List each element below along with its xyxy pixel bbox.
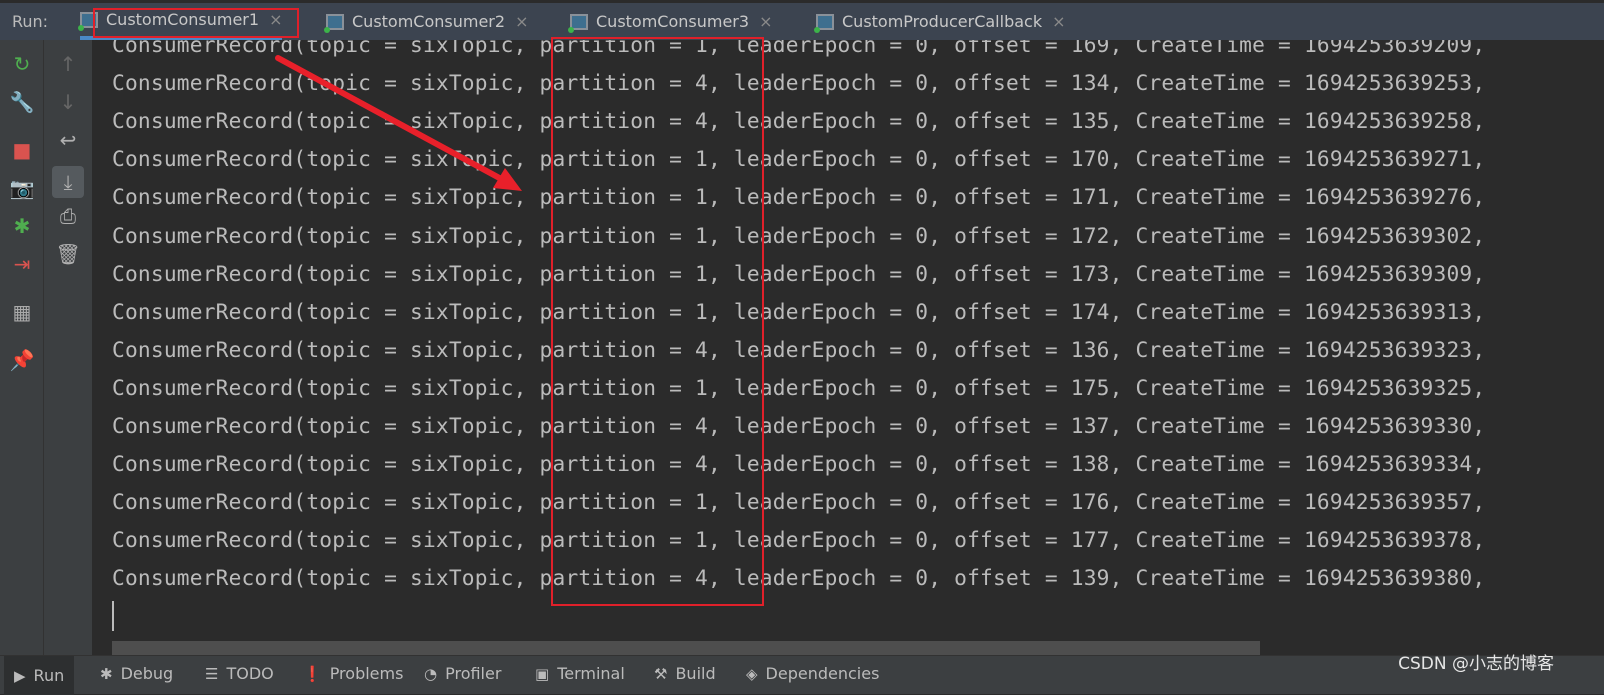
annotation-arrow [275, 55, 522, 191]
